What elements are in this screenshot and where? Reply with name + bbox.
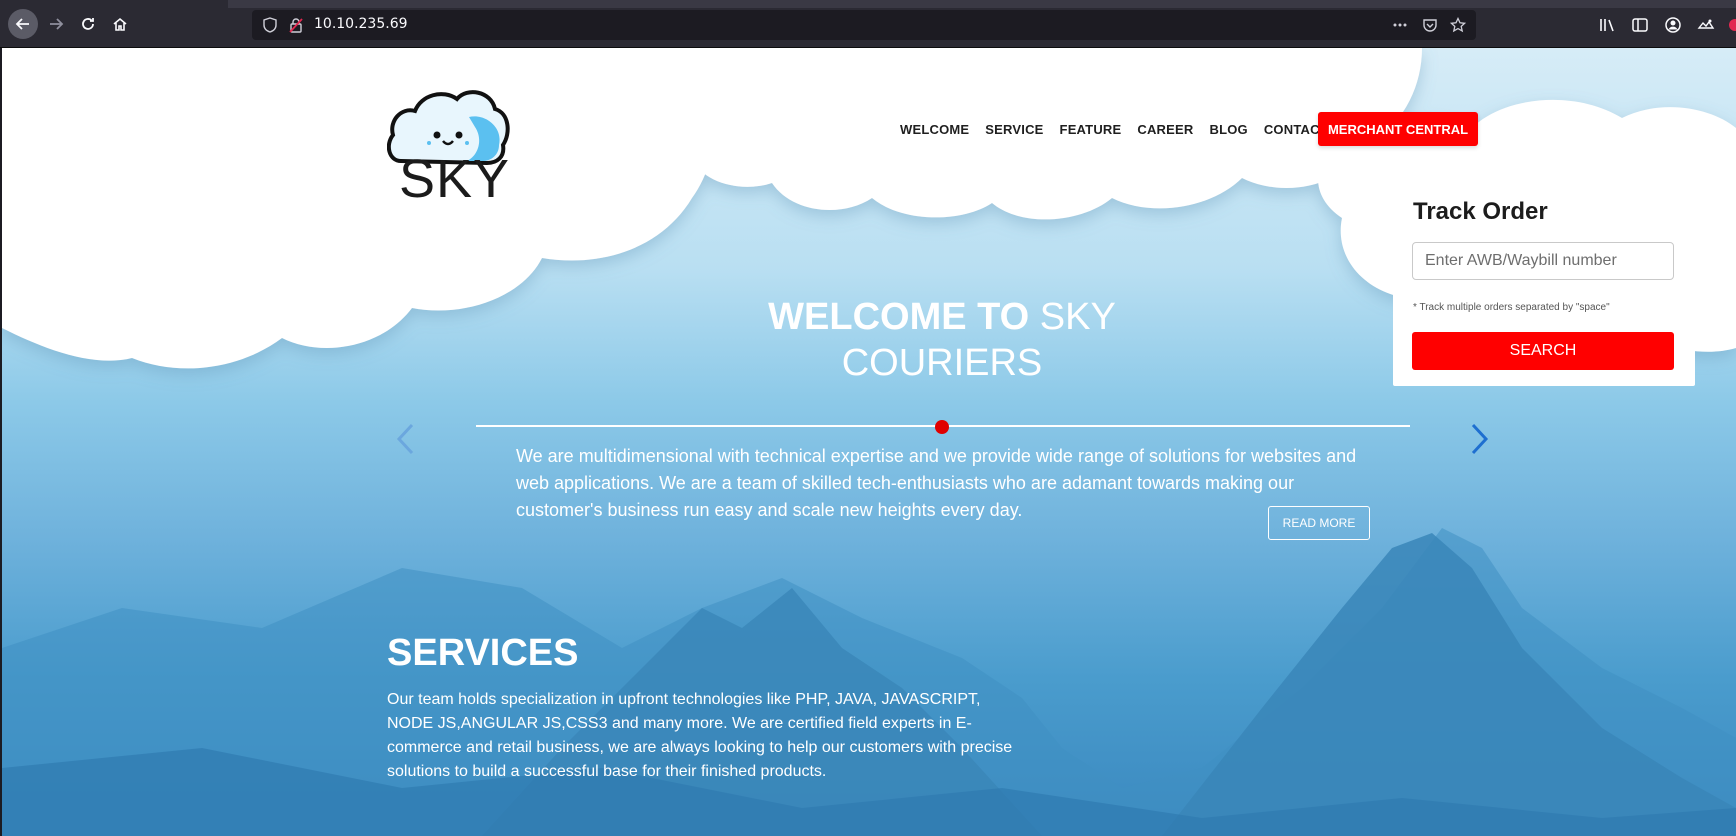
bookmark-star-icon[interactable] (1450, 17, 1466, 33)
track-search-button[interactable]: SEARCH (1412, 332, 1674, 370)
nav-feature[interactable]: FEATURE (1060, 122, 1122, 137)
library-icon[interactable] (1598, 16, 1616, 34)
merchant-central-button[interactable]: MERCHANT CENTRAL (1318, 112, 1478, 146)
reload-icon (82, 18, 94, 30)
shield-icon[interactable] (262, 17, 278, 33)
arrow-left-icon (15, 18, 29, 30)
url-bar[interactable]: 10.10.235.69 (252, 10, 1476, 40)
addon-icon[interactable] (1726, 16, 1736, 34)
services-description: Our team holds specialization in upfront… (387, 691, 1013, 780)
slider-prev-arrow-icon[interactable] (394, 422, 416, 456)
home-icon (113, 17, 127, 31)
slider-next-arrow-icon[interactable] (1469, 422, 1491, 456)
account-icon[interactable] (1664, 16, 1682, 34)
nav-service[interactable]: SERVICE (985, 122, 1043, 137)
back-button[interactable] (8, 9, 38, 39)
browser-toolbar: 10.10.235.69 (0, 0, 1736, 48)
hero-title: WELCOME TO SKY COURIERS (722, 294, 1162, 386)
tab-strip (228, 0, 1736, 8)
forward-button[interactable] (41, 9, 71, 39)
hero-description: We are multidimensional with technical e… (516, 446, 1357, 520)
url-text[interactable]: 10.10.235.69 (314, 16, 408, 32)
track-order-title: Track Order (1413, 198, 1548, 225)
page-viewport: SKY WELCOME SERVICE FEATURE CAREER BLOG … (2, 48, 1736, 836)
mountain-peak-right (1162, 533, 1736, 836)
home-button[interactable] (105, 9, 135, 39)
services-heading: SERVICES (387, 632, 579, 674)
nav-welcome[interactable]: WELCOME (900, 122, 969, 137)
slider-indicator-dot[interactable] (935, 420, 949, 434)
track-order-card: Track Order * Track multiple orders sepa… (1393, 190, 1695, 386)
main-nav: WELCOME SERVICE FEATURE CAREER BLOG CONT… (900, 122, 1344, 137)
reload-button[interactable] (73, 9, 103, 39)
more-actions-icon[interactable] (1392, 17, 1408, 33)
extension-icon[interactable] (1697, 16, 1715, 34)
arrow-right-icon (50, 18, 64, 30)
pocket-icon[interactable] (1422, 17, 1438, 33)
awb-number-input[interactable] (1412, 242, 1674, 280)
hero-title-bold: WELCOME TO (768, 296, 1030, 338)
logo-text[interactable]: SKY (399, 148, 510, 210)
insecure-lock-icon[interactable] (288, 17, 304, 33)
nav-blog[interactable]: BLOG (1209, 122, 1247, 137)
nav-career[interactable]: CAREER (1137, 122, 1193, 137)
sidebar-icon[interactable] (1631, 16, 1649, 34)
read-more-button[interactable]: READ MORE (1268, 506, 1370, 540)
track-order-note: * Track multiple orders separated by "sp… (1413, 302, 1610, 313)
